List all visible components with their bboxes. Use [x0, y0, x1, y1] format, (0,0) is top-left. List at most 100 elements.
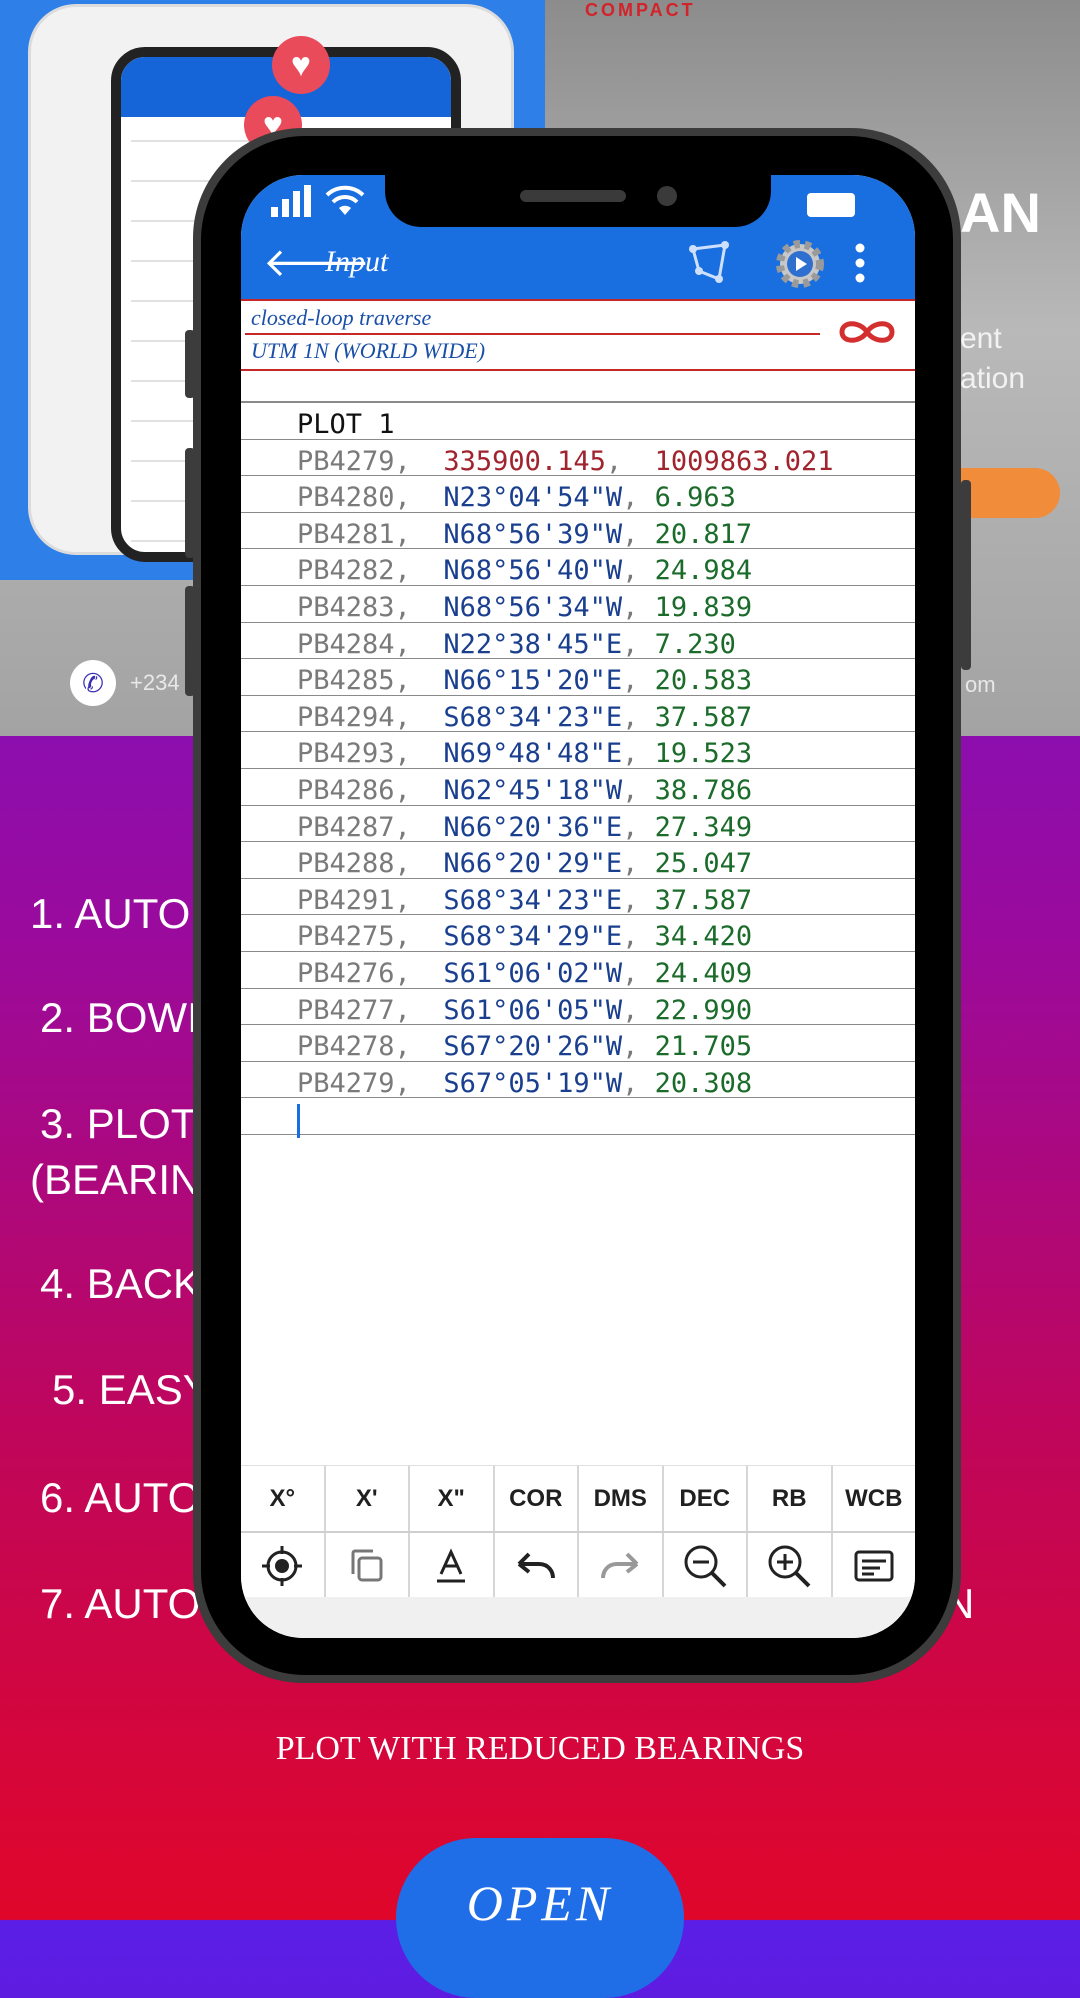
plot-label: PLOT 1 [297, 409, 395, 440]
dms-keyboard-row: X° X' X" COR DMS DEC RB WCB [241, 1465, 915, 1532]
list-item[interactable]: PB4275, S68°34'29"E, 34.420 [241, 915, 915, 952]
zoom-out-icon[interactable] [664, 1533, 748, 1599]
list-item[interactable]: PB4283, N68°56'34"W, 19.839 [241, 586, 915, 623]
list-item[interactable]: PB4293, N69°48'48"E, 19.523 [241, 732, 915, 769]
station-id: PB4285 [297, 665, 395, 697]
app-screen: 🡐 Input closed-loop traverse UTM 1N (WOR… [241, 175, 915, 1638]
bearing-value: S68°34'23"E [443, 701, 623, 733]
promo-phone-number: +234 [130, 670, 180, 695]
text-format-icon[interactable] [410, 1533, 495, 1599]
feature-item: 7. AUTO [40, 1580, 201, 1627]
list-item[interactable]: PB4281, N68°56'39"W, 20.817 [241, 513, 915, 550]
key-button[interactable]: X" [410, 1466, 495, 1532]
copy-icon[interactable] [326, 1533, 410, 1599]
list-item[interactable]: PB4288, N66°20'29"E, 25.047 [241, 842, 915, 879]
list-item[interactable]: PB4291, S68°34'23"E, 37.587 [241, 879, 915, 916]
station-id: PB4278 [297, 1031, 395, 1063]
distance-value: 7.230 [654, 628, 736, 660]
traverse-type: closed-loop traverse [251, 305, 432, 330]
station-id: PB4282 [297, 555, 395, 587]
key-button[interactable]: RB [748, 1466, 833, 1532]
feature-item: 4. BACK [40, 1260, 202, 1307]
undo-icon[interactable] [495, 1533, 579, 1599]
station-id: PB4281 [297, 518, 395, 550]
station-id: PB4291 [297, 884, 395, 916]
distance-value: 34.420 [654, 921, 753, 953]
distance-value: 24.984 [654, 555, 753, 587]
list-item[interactable]: PB4286, N62°45'18"W, 38.786 [241, 769, 915, 806]
list-item[interactable]: PB4284, N22°38'45"E, 7.230 [241, 623, 915, 660]
bearing-value: S61°06'05"W [443, 994, 623, 1026]
key-button[interactable]: DMS [579, 1466, 664, 1532]
bearing-value: N62°45'18"W [443, 774, 623, 806]
bearing-value: S68°34'29"E [443, 921, 623, 953]
more-vert-icon[interactable] [853, 243, 867, 283]
list-item[interactable]: PB4279, S67°05'19"W, 20.308 [241, 1062, 915, 1099]
battery-icon [807, 193, 855, 217]
feature-item: (BEARIN [30, 1156, 201, 1203]
zoom-in-icon[interactable] [748, 1533, 833, 1599]
redo-icon[interactable] [579, 1533, 664, 1599]
settings-gear-icon[interactable] [773, 237, 827, 291]
promo-domain: om [965, 672, 996, 697]
key-button[interactable]: X° [241, 1466, 326, 1532]
key-button[interactable]: X' [326, 1466, 410, 1532]
list-item[interactable]: PB4282, N68°56'40"W, 24.984 [241, 549, 915, 586]
wifi-icon [325, 185, 365, 215]
distance-value: 25.047 [654, 848, 753, 880]
key-button[interactable]: WCB [833, 1466, 916, 1532]
input-toggle-icon[interactable] [833, 1533, 916, 1599]
bearing-value: N22°38'45"E [443, 628, 623, 660]
bearing-value: N68°56'39"W [443, 518, 623, 550]
caption: PLOT WITH REDUCED BEARINGS [275, 1730, 805, 1767]
distance-value: 6.963 [654, 482, 736, 514]
list-item[interactable]: PB4276, S61°06'02"W, 24.409 [241, 952, 915, 989]
distance-value: 19.523 [654, 738, 753, 770]
text-cursor [297, 1103, 300, 1138]
promo-subtext: ation [960, 362, 1026, 395]
list-item[interactable]: PB4280, N23°04'54"W, 6.963 [241, 476, 915, 513]
list-item[interactable]: PB4278, S67°20'26"W, 21.705 [241, 1025, 915, 1062]
list-item[interactable]: PB4277, S61°06'05"W, 22.990 [241, 989, 915, 1026]
target-icon[interactable] [241, 1533, 326, 1599]
polygon-plot-icon[interactable] [687, 241, 733, 285]
feature-item: 5. EASY [52, 1366, 211, 1413]
feature-item: 3. PLOT [40, 1100, 197, 1147]
list-item[interactable]: PB4285, N66°15'20"E, 20.583 [241, 659, 915, 696]
station-id: PB4293 [297, 738, 395, 770]
list-item[interactable]: PB4279, 335900.145, 1009863.021 [241, 440, 915, 477]
distance-value: 22.990 [654, 994, 753, 1026]
distance-value: 27.349 [654, 811, 753, 843]
distance-value: 19.839 [654, 591, 753, 623]
list-item[interactable]: PB4287, N66°20'36"E, 27.349 [241, 806, 915, 843]
bearing-value: N69°48'48"E [443, 738, 623, 770]
station-id: PB4276 [297, 957, 395, 989]
list-item[interactable] [241, 1098, 915, 1138]
station-id: PB4280 [297, 482, 395, 514]
bearing-value: N23°04'54"W [443, 482, 623, 514]
distance-value: 20.583 [654, 665, 753, 697]
feature-item: 2. BOWI [40, 994, 199, 1041]
distance-value: 20.817 [654, 518, 753, 550]
bearing-value: N66°20'29"E [443, 848, 623, 880]
bearing-value: N66°15'20"E [443, 665, 623, 697]
list-item[interactable]: PLOT 1 [241, 403, 915, 440]
list-item[interactable]: PB4294, S68°34'23"E, 37.587 [241, 696, 915, 733]
key-button[interactable]: DEC [664, 1466, 748, 1532]
closed-loop-icon[interactable] [836, 315, 898, 349]
promo-logo: COMPACT [585, 0, 696, 20]
bearing-value: N68°56'40"W [443, 555, 623, 587]
promo-subtext: ent [960, 322, 1002, 355]
traverse-header: closed-loop traverse UTM 1N (WORLD WIDE) [241, 299, 915, 371]
bearing-value: S67°05'19"W [443, 1067, 623, 1099]
station-id: PB4279 [297, 445, 395, 477]
app-bar: 🡐 Input [241, 227, 915, 299]
station-id: PB4284 [297, 628, 395, 660]
toolbar-row [241, 1531, 915, 1599]
key-button[interactable]: COR [495, 1466, 579, 1532]
bearing-value: N68°56'34"W [443, 591, 623, 623]
system-nav-bar [241, 1597, 915, 1638]
bearing-value: N66°20'36"E [443, 811, 623, 843]
traverse-editor[interactable]: PLOT 1 PB4279, 335900.145, 1009863.021 P… [241, 401, 915, 1138]
open-button[interactable]: OPEN [396, 1838, 684, 1998]
